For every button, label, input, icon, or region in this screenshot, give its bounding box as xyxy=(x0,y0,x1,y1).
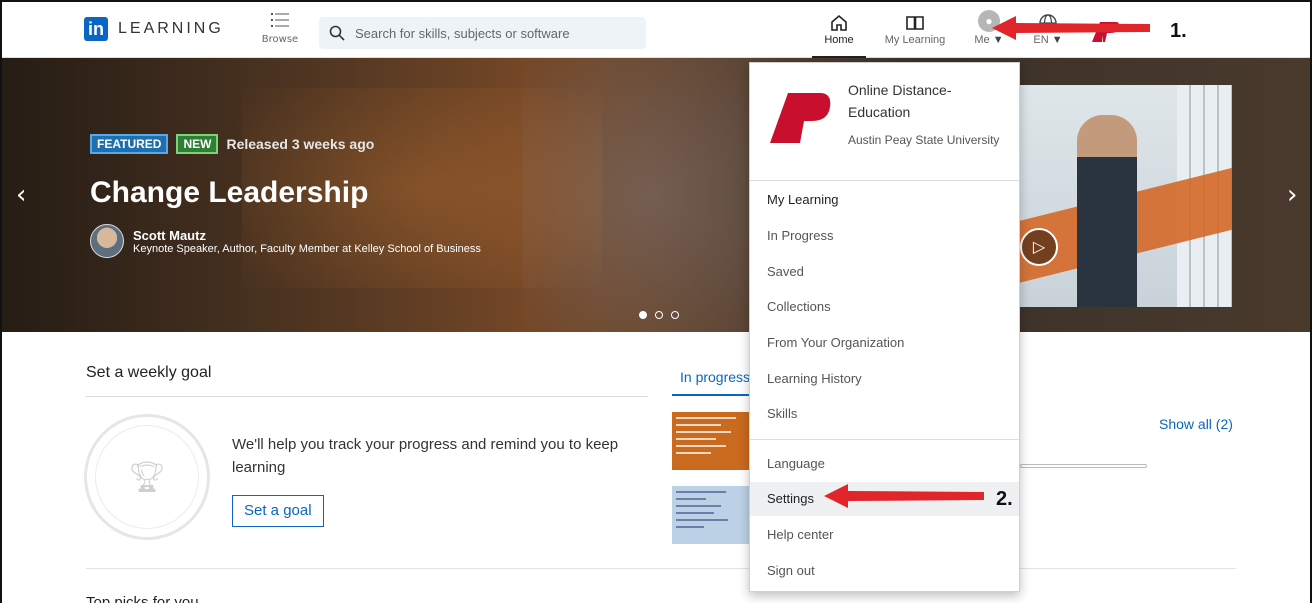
featured-badge: FEATURED xyxy=(90,134,169,154)
menu-item-collections[interactable]: Collections xyxy=(750,290,1019,324)
list-icon xyxy=(271,13,289,27)
hero-badges: FEATURED NEW Released 3 weeks ago xyxy=(90,134,374,154)
divider xyxy=(86,568,1236,569)
course-title[interactable]: Change Leadership xyxy=(90,176,368,210)
carousel-dot[interactable] xyxy=(655,311,663,319)
new-badge: NEW xyxy=(176,134,219,154)
menu-item-from-your-organization[interactable]: From Your Organization xyxy=(750,326,1019,360)
menu-item-saved[interactable]: Saved xyxy=(750,255,1019,289)
search-input[interactable]: Search for skills, subjects or software xyxy=(355,26,570,41)
carousel-dots xyxy=(639,311,679,319)
browse-button[interactable]: Browse xyxy=(258,12,302,45)
search-icon xyxy=(329,25,345,41)
top-navigation: in LEARNING Browse Search for skills, su… xyxy=(2,2,1310,58)
nav-home[interactable]: Home xyxy=(812,10,866,58)
menu-item-in-progress[interactable]: In Progress xyxy=(750,219,1019,253)
search-bar[interactable]: Search for skills, subjects or software xyxy=(319,17,646,49)
next-slide-button[interactable]: › xyxy=(1287,180,1297,210)
author-name: Scott Mautz xyxy=(133,227,206,243)
home-label: Home xyxy=(824,34,854,46)
author-avatar xyxy=(90,224,124,258)
menu-item-help-center[interactable]: Help center xyxy=(750,518,1019,552)
trophy-icon: 🏆︎ xyxy=(95,425,199,529)
weekly-goal-heading: Set a weekly goal xyxy=(86,364,212,381)
menu-item-sign-out[interactable]: Sign out xyxy=(750,554,1019,588)
featured-hero[interactable]: ‹ › FEATURED NEW Released 3 weeks ago Ch… xyxy=(2,58,1310,332)
divider xyxy=(86,396,648,397)
callout-arrow-2 xyxy=(824,484,984,508)
course-thumbnail[interactable] xyxy=(672,412,752,470)
course-progress-bar xyxy=(1020,464,1147,468)
me-label: Me xyxy=(974,34,990,46)
callout-step-1: 1. xyxy=(1170,20,1187,42)
release-date: Released 3 weeks ago xyxy=(226,136,375,152)
organization-header: Online Distance-Education Austin Peay St… xyxy=(750,63,1019,181)
screenshot-frame: in LEARNING Browse Search for skills, su… xyxy=(0,0,1312,603)
logo-text: LEARNING xyxy=(118,20,224,37)
set-goal-button[interactable]: Set a goal xyxy=(232,495,324,527)
menu-item-learning-history[interactable]: Learning History xyxy=(750,362,1019,396)
austin-peay-logo xyxy=(770,93,831,143)
menu-item-language[interactable]: Language xyxy=(750,447,1019,481)
course-thumbnail[interactable] xyxy=(1017,85,1232,307)
callout-arrow-1 xyxy=(992,16,1150,40)
my-learning-label: My Learning xyxy=(884,34,946,46)
carousel-dot[interactable] xyxy=(639,311,647,319)
menu-item-skills[interactable]: Skills xyxy=(750,397,1019,431)
menu-divider xyxy=(750,439,1019,440)
callout-step-2: 2. xyxy=(996,488,1013,510)
weekly-goal-description: We'll help you track your progress and r… xyxy=(232,436,619,476)
show-all-link[interactable]: Show all (2) xyxy=(1159,416,1233,432)
nav-my-learning[interactable]: My Learning xyxy=(878,10,952,46)
browse-label: Browse xyxy=(261,34,299,45)
goal-progress-ring: 🏆︎ xyxy=(84,414,210,540)
menu-item-my-learning[interactable]: My Learning xyxy=(750,183,1019,217)
author-role: Keynote Speaker, Author, Faculty Member … xyxy=(133,242,481,255)
organization-university: Austin Peay State University xyxy=(848,133,1000,147)
course-thumbnail[interactable] xyxy=(672,486,752,544)
section-heading: Top picks for you xyxy=(86,594,199,603)
linkedin-in-icon: in xyxy=(84,17,108,41)
organization-name: Online Distance-Education xyxy=(848,82,952,120)
course-author[interactable]: Scott Mautz Keynote Speaker, Author, Fac… xyxy=(90,224,481,258)
book-icon xyxy=(906,16,924,30)
me-dropdown-menu: Online Distance-Education Austin Peay St… xyxy=(749,62,1020,592)
linkedin-learning-logo[interactable]: in LEARNING xyxy=(84,17,224,41)
prev-slide-button[interactable]: ‹ xyxy=(16,180,26,210)
carousel-dot[interactable] xyxy=(671,311,679,319)
play-icon[interactable]: ▷ xyxy=(1020,228,1058,266)
home-icon xyxy=(831,14,847,31)
